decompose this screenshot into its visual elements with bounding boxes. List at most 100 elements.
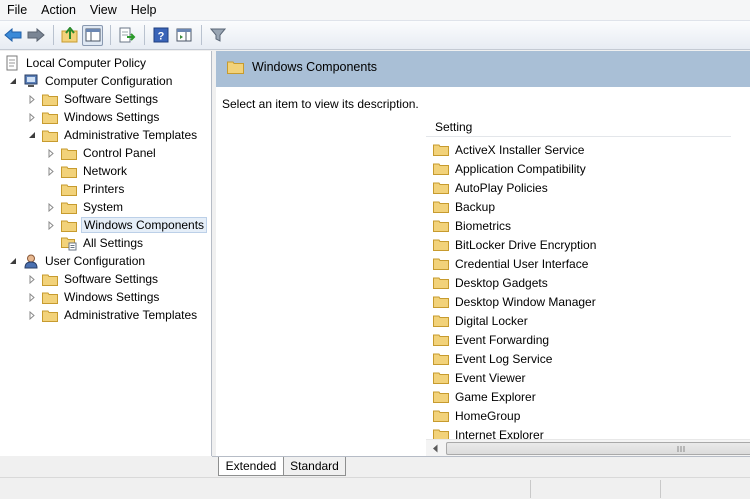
- menu-file[interactable]: File: [0, 0, 34, 21]
- list-item[interactable]: BitLocker Drive Encryption: [426, 235, 731, 254]
- tree-node-uc-software-settings[interactable]: Software Settings: [27, 270, 160, 288]
- tree-node-cc-software-settings[interactable]: Software Settings: [27, 90, 160, 108]
- list-item[interactable]: ActiveX Installer Service: [426, 140, 731, 159]
- horizontal-scrollbar[interactable]: [426, 439, 750, 456]
- tab-extended[interactable]: Extended: [218, 457, 284, 476]
- folder-icon: [42, 272, 58, 286]
- tree-node-windows-components[interactable]: Windows Components: [46, 216, 208, 234]
- show-hide-action-pane-icon: [176, 28, 191, 42]
- expand-arrow-icon[interactable]: [27, 292, 36, 302]
- folder-icon: [61, 146, 77, 160]
- folder-icon: [61, 200, 77, 214]
- toolbar-separator: [144, 25, 145, 45]
- tree-node-user-configuration[interactable]: User Configuration: [8, 252, 147, 270]
- up-folder-icon: [61, 27, 77, 43]
- folder-icon: [433, 200, 449, 214]
- list-item[interactable]: Event Log Service: [426, 349, 731, 368]
- collapse-arrow-icon[interactable]: [8, 77, 17, 86]
- column-header-setting[interactable]: Setting: [426, 117, 731, 137]
- expand-arrow-icon[interactable]: [27, 112, 36, 122]
- folder-icon: [433, 238, 449, 252]
- list-item-label: Event Forwarding: [455, 332, 550, 347]
- tree-node-network[interactable]: Network: [46, 162, 129, 180]
- forward-button[interactable]: [25, 25, 46, 46]
- up-one-level-button[interactable]: [59, 25, 80, 46]
- computer-icon: [23, 74, 39, 88]
- folder-icon: [433, 333, 449, 347]
- list-item-label: Event Log Service: [455, 351, 553, 366]
- expand-arrow-icon[interactable]: [27, 94, 36, 104]
- collapse-arrow-icon[interactable]: [8, 257, 17, 266]
- expand-arrow-icon[interactable]: [27, 274, 36, 284]
- folder-icon: [61, 164, 77, 178]
- status-separator: [530, 480, 531, 498]
- show-hide-action-pane-button[interactable]: [173, 25, 194, 46]
- list-item[interactable]: Event Viewer: [426, 368, 731, 387]
- details-pane: Windows Components Select an item to vie…: [216, 51, 750, 456]
- folder-icon: [433, 371, 449, 385]
- tree-node-label: System: [83, 200, 124, 214]
- tree-node-label: Control Panel: [83, 146, 156, 160]
- list-item[interactable]: Game Explorer: [426, 387, 731, 406]
- expand-arrow-icon[interactable]: [46, 148, 55, 158]
- toolbar-separator: [201, 25, 202, 45]
- folder-icon: [433, 352, 449, 366]
- folder-icon: [433, 181, 449, 195]
- settings-list: Setting ActiveX Installer Service Applica…: [426, 117, 750, 456]
- list-item[interactable]: Desktop Gadgets: [426, 273, 731, 292]
- tree-node-uc-administrative-templates[interactable]: Administrative Templates: [27, 306, 199, 324]
- tree-node-control-panel[interactable]: Control Panel: [46, 144, 158, 162]
- folder-icon: [433, 409, 449, 423]
- list-item-label: Digital Locker: [455, 313, 528, 328]
- list-item[interactable]: Backup: [426, 197, 731, 216]
- show-hide-tree-button[interactable]: [82, 24, 103, 46]
- tree-node-printers[interactable]: Printers: [46, 180, 126, 198]
- horizontal-scroll-thumb[interactable]: [446, 442, 750, 455]
- filter-button[interactable]: [207, 25, 228, 46]
- list-item-label: Desktop Window Manager: [455, 294, 596, 309]
- back-arrow-icon: [3, 28, 21, 42]
- expand-arrow-icon[interactable]: [46, 202, 55, 212]
- list-item[interactable]: Desktop Window Manager: [426, 292, 731, 311]
- tree-node-all-settings[interactable]: All Settings: [46, 234, 145, 252]
- list-item-label: Biometrics: [455, 218, 512, 233]
- folder-icon: [42, 110, 58, 124]
- tree-node-uc-windows-settings[interactable]: Windows Settings: [27, 288, 161, 306]
- folder-icon: [433, 390, 449, 404]
- tree-node-cc-windows-settings[interactable]: Windows Settings: [27, 108, 161, 126]
- collapse-arrow-icon[interactable]: [27, 131, 36, 140]
- status-bar: [0, 477, 750, 499]
- all-settings-icon: [61, 236, 77, 250]
- list-item[interactable]: Biometrics: [426, 216, 731, 235]
- expand-arrow-icon[interactable]: [46, 220, 55, 230]
- list-item-label: Event Viewer: [455, 370, 526, 385]
- menu-view[interactable]: View: [83, 0, 124, 21]
- help-button[interactable]: ?: [150, 25, 171, 46]
- list-item[interactable]: Digital Locker: [426, 311, 731, 330]
- details-title: Windows Components: [252, 60, 378, 74]
- list-item[interactable]: AutoPlay Policies: [426, 178, 731, 197]
- menu-help[interactable]: Help: [124, 0, 164, 21]
- expand-arrow-icon[interactable]: [27, 310, 36, 320]
- expand-arrow-icon[interactable]: [46, 166, 55, 176]
- list-item[interactable]: Credential User Interface: [426, 254, 731, 273]
- tree-node-cc-administrative-templates[interactable]: Administrative Templates: [27, 126, 199, 144]
- tab-standard[interactable]: Standard: [284, 457, 346, 476]
- grip-icon: [677, 445, 685, 452]
- menu-action[interactable]: Action: [34, 0, 83, 21]
- tree-node-system[interactable]: System: [46, 198, 125, 216]
- tree-node-label: Administrative Templates: [64, 308, 198, 322]
- tree-node-local-computer-policy[interactable]: Local Computer Policy: [4, 54, 148, 72]
- tree-node-label: User Configuration: [45, 254, 146, 268]
- folder-icon: [433, 143, 449, 157]
- export-list-button[interactable]: [116, 25, 137, 46]
- list-item[interactable]: Event Forwarding: [426, 330, 731, 349]
- list-item[interactable]: Application Compatibility: [426, 159, 731, 178]
- svg-text:?: ?: [157, 31, 164, 43]
- list-item[interactable]: HomeGroup: [426, 406, 731, 425]
- tree-node-label: Windows Settings: [64, 110, 160, 124]
- scroll-left-arrow-icon[interactable]: [426, 440, 443, 456]
- tree-node-computer-configuration[interactable]: Computer Configuration: [8, 72, 174, 90]
- status-separator: [660, 480, 661, 498]
- back-button[interactable]: [2, 25, 23, 46]
